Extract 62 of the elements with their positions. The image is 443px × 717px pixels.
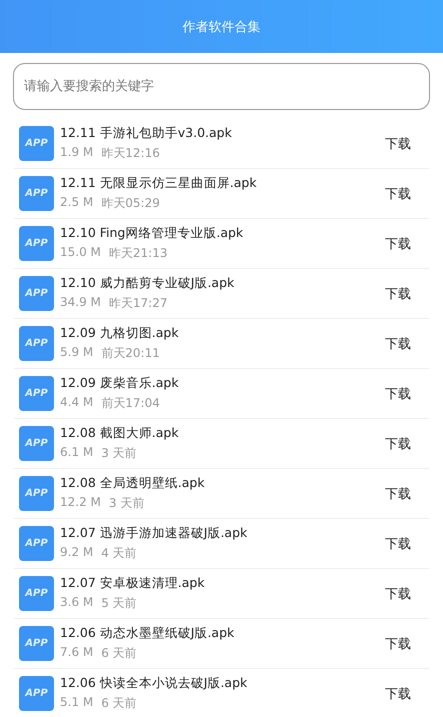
file-time: 前天20:11 bbox=[101, 345, 160, 362]
file-time: 5 天前 bbox=[101, 595, 137, 612]
file-time: 昨天17:27 bbox=[108, 295, 168, 312]
file-time: 昨天21:13 bbox=[108, 245, 168, 262]
download-button[interactable]: 下载 bbox=[381, 380, 415, 406]
download-button[interactable]: 下载 bbox=[381, 480, 415, 506]
app-icon: APP bbox=[19, 226, 54, 261]
file-size: 2.5 M bbox=[60, 195, 94, 211]
search-field[interactable]: 请输入要搜索的关键字 bbox=[13, 63, 430, 110]
file-name: 12.09 废柴音乐.apk bbox=[60, 375, 180, 392]
file-size: 5.1 M bbox=[60, 695, 94, 711]
file-time: 4 天前 bbox=[101, 545, 137, 562]
app-icon: APP bbox=[19, 126, 54, 161]
file-name: 12.07 安卓极速清理.apk bbox=[60, 575, 206, 592]
file-size: 3.6 M bbox=[60, 595, 94, 611]
file-time: 昨天12:16 bbox=[101, 145, 160, 162]
app-icon: APP bbox=[19, 276, 54, 311]
download-button[interactable]: 下载 bbox=[381, 280, 415, 306]
download-button[interactable]: 下载 bbox=[381, 430, 415, 456]
file-size: 5.9 M bbox=[60, 345, 94, 361]
app-icon: APP bbox=[19, 426, 54, 461]
file-time: 昨天05:29 bbox=[101, 195, 160, 212]
download-button[interactable]: 下载 bbox=[381, 630, 415, 656]
file-size: 1.9 M bbox=[60, 145, 94, 161]
file-name: 12.06 快读全本小说去破J版.apk bbox=[60, 675, 248, 692]
download-button[interactable]: 下载 bbox=[381, 330, 415, 356]
app-icon: APP bbox=[19, 676, 54, 711]
file-time: 前天17:04 bbox=[101, 395, 160, 412]
file-size: 9.2 M bbox=[60, 545, 94, 561]
file-name: 12.07 迅游手游加速器破J版.apk bbox=[60, 525, 248, 542]
download-button[interactable]: 下载 bbox=[381, 530, 415, 556]
file-size: 12.2 M bbox=[60, 495, 101, 511]
file-size: 7.6 M bbox=[60, 645, 94, 661]
app-icon: APP bbox=[19, 526, 54, 561]
file-size: 15.0 M bbox=[60, 245, 101, 261]
file-name: 12.11 手游礼包助手v3.0.apk bbox=[60, 125, 233, 142]
file-size: 6.1 M bbox=[60, 445, 94, 461]
header-title: 作者软件合集 bbox=[182, 18, 260, 36]
app-icon: APP bbox=[19, 326, 54, 361]
download-button[interactable]: 下载 bbox=[381, 230, 415, 256]
download-button[interactable]: 下载 bbox=[381, 580, 415, 606]
app-icon: APP bbox=[19, 476, 54, 511]
file-name: 12.08 全局透明壁纸.apk bbox=[60, 475, 206, 492]
download-button[interactable]: 下载 bbox=[381, 680, 415, 706]
app-icon: APP bbox=[19, 176, 54, 211]
app-icon: APP bbox=[19, 576, 54, 611]
file-time: 6 天前 bbox=[101, 645, 137, 662]
file-name: 12.11 无限显示仿三星曲面屏.apk bbox=[60, 175, 258, 192]
file-time: 3 天前 bbox=[108, 495, 144, 512]
file-size: 4.4 M bbox=[60, 395, 94, 411]
file-name: 12.08 截图大师.apk bbox=[60, 425, 180, 442]
download-button[interactable]: 下载 bbox=[381, 130, 415, 156]
file-size: 34.9 M bbox=[60, 295, 101, 311]
file-name: 12.10 威力酷剪专业破J版.apk bbox=[60, 275, 236, 292]
app-icon: APP bbox=[19, 626, 54, 661]
file-time: 6 天前 bbox=[101, 695, 137, 712]
app-icon: APP bbox=[19, 376, 54, 411]
file-time: 3 天前 bbox=[101, 445, 137, 462]
file-name: 12.10 Fing网络管理专业版.apk bbox=[60, 225, 244, 242]
file-name: 12.09 九格切图.apk bbox=[60, 325, 180, 342]
download-button[interactable]: 下载 bbox=[381, 180, 415, 206]
file-name: 12.06 动态水墨壁纸破J版.apk bbox=[60, 625, 236, 642]
